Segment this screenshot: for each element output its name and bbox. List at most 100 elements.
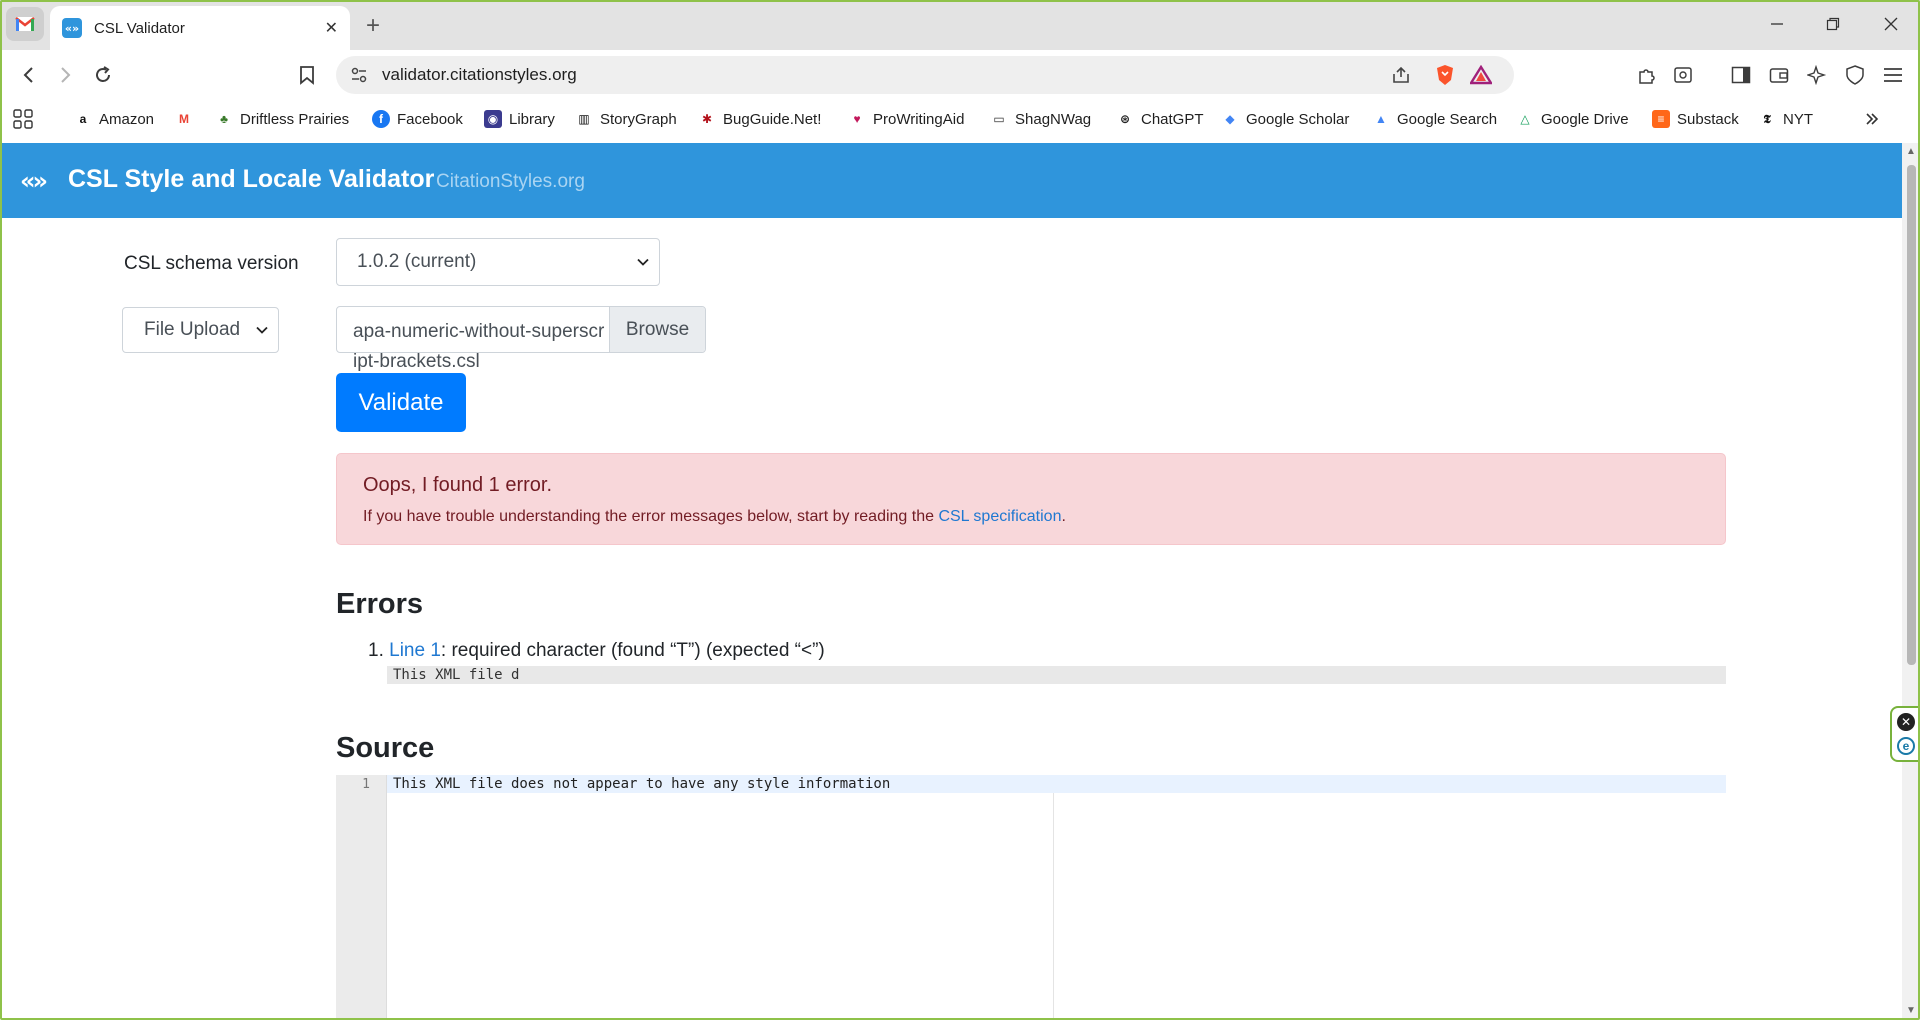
bookmark-label: Google Scholar (1246, 110, 1350, 128)
extension-e-icon[interactable]: e (1897, 737, 1915, 755)
alert-body-text: If you have trouble understanding the er… (363, 508, 939, 525)
chatgpt-icon: ⊛ (1119, 112, 1131, 126)
source-heading: Source (336, 732, 435, 764)
site-info-icon[interactable] (348, 64, 370, 86)
tab-title: CSL Validator (94, 19, 185, 37)
validate-button[interactable]: Validate (336, 373, 466, 432)
bookmark-driftless-prairies[interactable]: ♣ Driftless Prairies (215, 108, 349, 130)
source-line[interactable]: This XML file does not appear to have an… (387, 775, 1726, 793)
bookmark-google-search[interactable]: ▲ Google Search (1372, 108, 1497, 130)
page-content: «» CSL Style and Locale Validator Citati… (2, 143, 1902, 1020)
csl-favicon-icon: «» (62, 18, 82, 38)
chevron-down-icon (637, 255, 649, 270)
bookmark-google-drive[interactable]: △ Google Drive (1516, 108, 1628, 130)
source-code-editor[interactable]: 1 This XML file does not appear to have … (336, 775, 1726, 1020)
drive-icon: △ (1520, 112, 1530, 126)
brave-shields-icon[interactable] (1434, 64, 1456, 86)
bookmark-label: StoryGraph (600, 110, 677, 128)
scrollbar-thumb[interactable] (1907, 165, 1916, 665)
pinned-tab-gmail[interactable] (6, 7, 44, 41)
csl-specification-link[interactable]: CSL specification (938, 508, 1061, 525)
apps-button[interactable] (12, 108, 34, 130)
reload-icon (96, 66, 110, 82)
more-bookmarks-button[interactable] (1864, 108, 1880, 130)
substack-icon: ≡ (1652, 110, 1670, 128)
bookmark-nyt[interactable]: 𝕿 NYT (1758, 108, 1813, 130)
page-scrollbar[interactable]: ▲ ▼ (1902, 143, 1920, 1020)
share-icon[interactable] (1390, 64, 1412, 86)
scroll-up-icon[interactable]: ▲ (1906, 146, 1916, 157)
bookmark-shagnwag[interactable]: ▭ ShagNWag (990, 108, 1091, 130)
amazon-icon: a (79, 112, 87, 126)
gmail-icon: M (179, 112, 189, 126)
sidebar-button[interactable] (1726, 60, 1756, 90)
source-type-select[interactable]: File Upload (122, 307, 279, 353)
site-title[interactable]: CSL Style and Locale Validator (68, 165, 434, 194)
error-list-item: 1. Line 1: required character (found “T”… (368, 640, 825, 662)
vpn-button[interactable] (1840, 60, 1870, 90)
alert-body-end: . (1061, 508, 1066, 525)
google-search-icon: ▲ (1375, 112, 1387, 126)
bookmark-label: BugGuide.Net! (723, 110, 822, 128)
schema-version-label: CSL schema version (124, 253, 299, 274)
close-circle-icon[interactable]: ✕ (1897, 713, 1915, 731)
forward-button[interactable] (50, 60, 80, 90)
bookmarks-bar: a Amazon M ♣ Driftless Prairies f Facebook … (0, 100, 1920, 138)
gmail-icon (15, 17, 35, 31)
wallet-button[interactable] (1764, 60, 1794, 90)
scroll-down-icon[interactable]: ▼ (1906, 1005, 1916, 1016)
source-type-value: File Upload (144, 319, 241, 340)
bookmark-icon (300, 66, 314, 85)
bookmark-label: Substack (1677, 110, 1739, 128)
minimize-button[interactable] (1762, 10, 1792, 38)
bookmark-library[interactable]: ◉ Library (484, 108, 555, 130)
leo-ai-button[interactable] (1802, 60, 1832, 90)
restore-button[interactable] (1818, 10, 1848, 38)
bookmark-google-scholar[interactable]: ◆ Google Scholar (1221, 108, 1349, 130)
reload-button[interactable] (88, 60, 118, 90)
new-tab-button[interactable]: + (366, 12, 380, 40)
storygraph-icon: ▥ (578, 112, 590, 126)
errors-heading: Errors (336, 588, 424, 620)
citationstyles-link[interactable]: CitationStyles.org (436, 171, 585, 193)
bookmark-page-button[interactable] (292, 60, 322, 90)
bookmark-gmail[interactable]: M (175, 108, 200, 130)
bookmark-bugguide[interactable]: ✱ BugGuide.Net! (698, 108, 821, 130)
tab-search-button[interactable] (1668, 60, 1698, 90)
bookmark-prowritingaid[interactable]: ♥ ProWritingAid (848, 108, 964, 130)
address-bar[interactable]: validator.citationstyles.org (336, 56, 1514, 94)
schema-version-value: 1.0.2 (current) (357, 251, 477, 272)
close-window-button[interactable] (1876, 10, 1906, 38)
alert-heading: Oops, I found 1 error. (363, 474, 552, 496)
bookmark-storygraph[interactable]: ▥ StoryGraph (575, 108, 677, 130)
tab-close-icon[interactable]: ✕ (325, 18, 338, 38)
tab-csl-validator[interactable]: «» CSL Validator ✕ (50, 6, 350, 50)
bookmark-label: Google Search (1397, 110, 1498, 128)
bookmark-substack[interactable]: ≡ Substack (1652, 108, 1739, 130)
url-text: validator.citationstyles.org (382, 65, 577, 84)
error-alert: Oops, I found 1 error. If you have troub… (336, 453, 1726, 545)
brave-rewards-icon[interactable] (1470, 64, 1492, 86)
bookmark-facebook[interactable]: f Facebook (372, 108, 463, 130)
restore-icon (1826, 17, 1840, 31)
back-button[interactable] (14, 60, 44, 90)
error-line-link[interactable]: Line 1 (389, 640, 441, 661)
schema-version-select[interactable]: 1.0.2 (current) (336, 238, 660, 286)
browse-button[interactable]: Browse (609, 307, 705, 352)
bookmark-chatgpt[interactable]: ⊛ ChatGPT (1116, 108, 1204, 130)
sparkle-icon (1807, 65, 1827, 85)
folder-icon: ▭ (993, 112, 1005, 126)
bookmark-label: Facebook (397, 110, 463, 128)
csl-logo-icon[interactable]: «» (20, 167, 48, 195)
bookmark-label: Driftless Prairies (240, 110, 350, 128)
main-menu-button[interactable] (1878, 60, 1908, 90)
browser-toolbar: validator.citationstyles.org (0, 50, 1920, 100)
tab-search-icon (1674, 67, 1692, 83)
forward-arrow-icon (61, 67, 71, 83)
back-arrow-icon (23, 67, 33, 83)
line-number-gutter: 1 (336, 775, 387, 1020)
file-upload-input[interactable]: apa-numeric-without-superscript-brackets… (336, 306, 706, 372)
bookmark-amazon[interactable]: a Amazon (74, 108, 154, 130)
extensions-button[interactable] (1632, 60, 1662, 90)
chevron-double-right-icon (1866, 113, 1879, 125)
